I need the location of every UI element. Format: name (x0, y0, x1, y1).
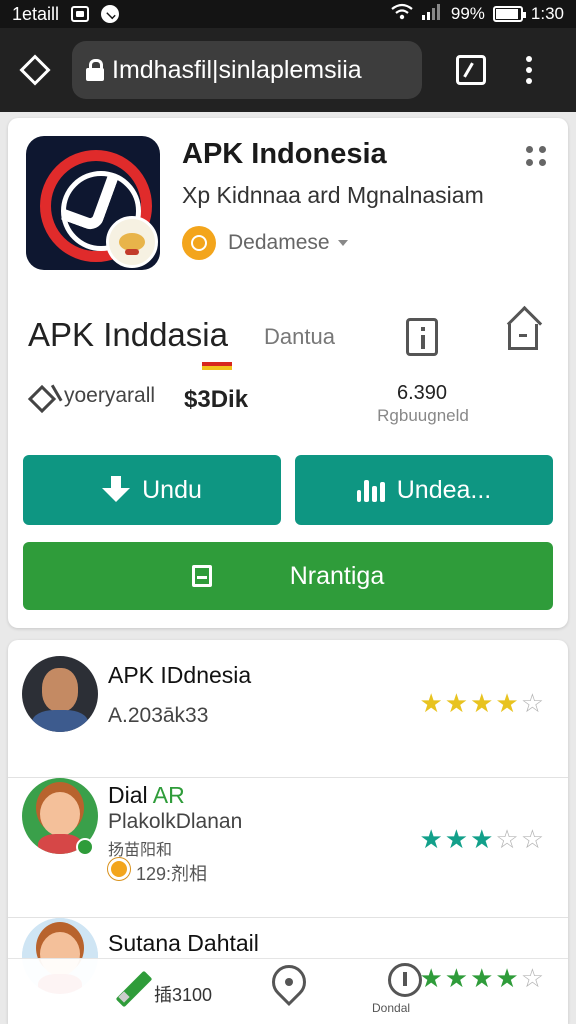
equalizer-icon (356, 478, 385, 502)
category-label: yoeryarall (64, 384, 156, 407)
review-meta: A.203āk33 (108, 704, 209, 727)
app-details-card: APK Indonesia Xp Kidnnaa ard Mgnalnasiam… (8, 118, 568, 628)
install-button[interactable]: Nrantiga (23, 542, 553, 610)
app-icon (26, 136, 160, 270)
tag-icon (28, 385, 58, 407)
info-icon[interactable] (406, 318, 438, 356)
app-name-large-sub: Dantua (264, 324, 335, 349)
star-rating: ★ ★ ★ ☆ ☆ (419, 826, 544, 852)
review-subtitle: 扬苗阳和 (108, 842, 173, 859)
messenger-icon (101, 5, 120, 23)
download-button[interactable]: Undu (23, 455, 281, 525)
star-filled-icon: ★ (470, 963, 494, 993)
review-author: Dial AR (108, 782, 185, 809)
star-empty-icon: ☆ (520, 963, 544, 993)
home-diamond-icon[interactable] (19, 54, 51, 86)
star-empty-icon: ☆ (520, 824, 544, 854)
battery-percent: 99% (450, 4, 485, 23)
clock: 1:30 (530, 4, 564, 23)
star-empty-icon: ☆ (520, 688, 544, 718)
review-author-name: Dial (108, 782, 148, 808)
star-filled-icon: ★ (495, 963, 519, 993)
verified-badge-icon (76, 838, 94, 856)
developer-icon (182, 226, 216, 260)
lock-icon (86, 59, 104, 81)
url-text: Imdhasfil|sinlaplemsiia (112, 55, 362, 84)
review-author: APK IDdnesia (108, 662, 252, 688)
review-item[interactable]: Dial AR PlakolkDlanan 扬苗阳和 129:剂相 ★ ★ ★ ☆ ☆ (8, 778, 568, 918)
star-rating: ★ ★ ★ ★ ☆ (419, 963, 544, 994)
install-button-label: Nrantiga (289, 561, 385, 590)
coin-icon (108, 858, 130, 880)
bottom-nav: 插3100 Dondal ★ ★ ★ ★ ☆ (8, 957, 568, 1024)
star-empty-icon: ☆ (495, 824, 519, 854)
pen-icon[interactable] (114, 969, 154, 1009)
star-filled-icon: ★ (419, 963, 443, 993)
url-bar[interactable]: Imdhasfil|sinlaplemsiia (72, 41, 422, 99)
star-filled-icon: ★ (444, 688, 469, 718)
developer-selector[interactable]: Dedamese (182, 226, 348, 260)
review-item[interactable]: APK IDdnesia A.203āk33 ★ ★ ★ ★ ☆ (8, 640, 568, 778)
nav-right-label: Dondal (372, 1001, 411, 1015)
star-filled-icon: ★ (495, 688, 519, 718)
browser-toolbar: Imdhasfil|sinlaplemsiia (0, 28, 576, 112)
update-button[interactable]: Undea... (295, 455, 553, 525)
more-grid-icon[interactable] (526, 146, 546, 166)
mascot-badge-icon (106, 216, 158, 268)
bookmark-icon (191, 565, 212, 587)
review-author: Sutana Dahtail (108, 930, 259, 956)
review-title: PlakolkDlanan (108, 810, 243, 833)
stat-value: 6.390 (396, 382, 448, 404)
house-icon[interactable] (508, 324, 538, 350)
app-subtitle: Xp Kidnnaa ard Mgnalnasiam (182, 182, 484, 208)
star-filled-icon: ★ (444, 963, 469, 993)
location-icon[interactable] (388, 963, 422, 997)
star-rating: ★ ★ ★ ★ ☆ (419, 690, 544, 716)
stat-label: Rgbuugneld (377, 406, 469, 425)
price-label: $3Dik (184, 386, 249, 413)
category-row: yoeryarall (28, 384, 155, 408)
kebab-menu-icon[interactable] (526, 56, 532, 84)
star-filled-icon: ★ (470, 688, 494, 718)
battery-icon (492, 6, 526, 22)
review-date: 129:剂相 (136, 864, 208, 884)
avatar (22, 656, 98, 732)
download-button-label: Undu (142, 475, 202, 504)
wifi-icon (391, 3, 413, 26)
chevron-down-icon (337, 240, 348, 246)
star-filled-icon: ★ (444, 824, 469, 854)
map-pin-icon[interactable] (264, 957, 314, 1007)
signal-icon (421, 3, 443, 26)
app-name-large: APK Inddasia (28, 316, 228, 353)
app-title: APK Indonesia (182, 138, 387, 170)
star-filled-icon: ★ (419, 824, 443, 854)
tabs-icon[interactable] (456, 55, 486, 85)
status-bar: 1etaill 99% 1:30 (0, 0, 576, 28)
star-filled-icon: ★ (470, 824, 494, 854)
update-button-label: Undea... (396, 475, 492, 504)
nav-left-label: 插3100 (154, 985, 213, 1005)
screenshot-icon (71, 6, 90, 22)
carrier-label: 1etaill (12, 3, 60, 24)
review-author-tag: AR (152, 782, 185, 808)
developer-label: Dedamese (228, 231, 330, 254)
star-filled-icon: ★ (419, 688, 443, 718)
flag-icon (202, 362, 232, 370)
download-icon (102, 476, 131, 504)
